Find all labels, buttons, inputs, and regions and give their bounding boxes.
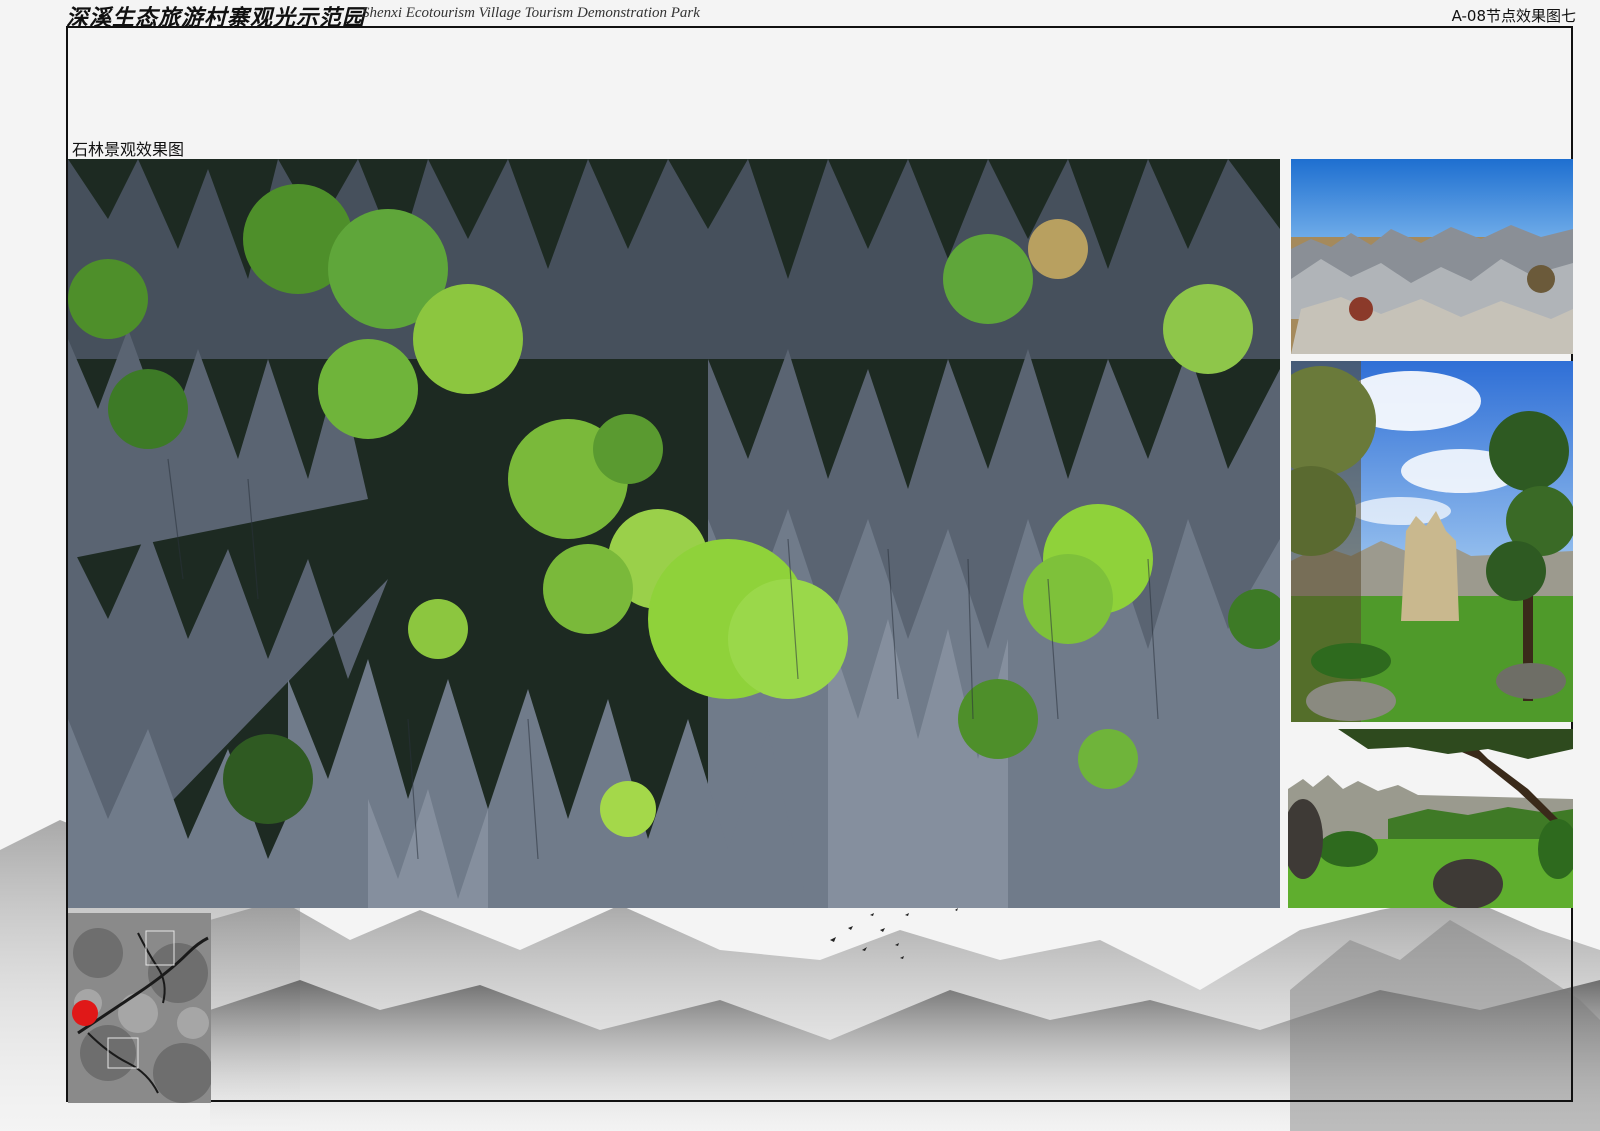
project-title-english: Shenxi Ecotourism Village Tourism Demons… (362, 5, 700, 21)
site-marker-icon (72, 1000, 98, 1026)
sheet-code: A-08节点效果图七 (1451, 7, 1576, 25)
stone-pillar-with-trees-photo (1291, 361, 1573, 722)
section-title: 石林景观效果图 (72, 140, 185, 159)
stone-forest-lawn-photo (1288, 729, 1573, 908)
stone-forest-blue-sky-photo (1291, 159, 1573, 354)
site-location-map (68, 913, 211, 1103)
stone-forest-aerial-photo (68, 159, 1280, 908)
project-title-chinese: 深溪生态旅游村寨观光示范园 (66, 5, 366, 31)
